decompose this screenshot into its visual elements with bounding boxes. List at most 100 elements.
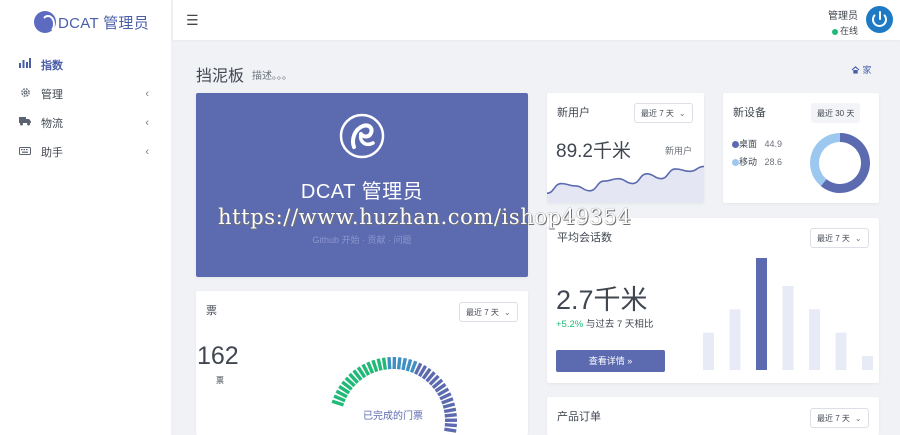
sidebar: DCAT 管理员 指数 管理 ‹ 物流 ‹ 助手 ‹ [0, 0, 172, 435]
gauge-tick [442, 402, 456, 409]
time-range-select[interactable]: 最近 7 天 ⌄ [634, 103, 693, 123]
gauge-tick [401, 357, 407, 371]
menu-toggle-icon[interactable]: ☰ [186, 12, 199, 29]
home-icon [851, 65, 863, 75]
new-devices-card: 新设备 最近 30 天 桌面 44.9 移动 28.6 [723, 93, 879, 203]
comparison-text: +5.2% 与过去 7 天相比 [556, 318, 666, 331]
chevron-left-icon: ‹ [145, 145, 149, 158]
chevron-down-icon: ⌄ [854, 233, 862, 243]
sidebar-item-assistant[interactable]: 助手 ‹ [0, 137, 171, 166]
breadcrumb[interactable]: 家 [851, 63, 872, 76]
time-range-select[interactable]: 最近 30 天 [811, 103, 861, 123]
legend-dot [732, 141, 739, 148]
topbar: ☰ 管理员 在线 [173, 0, 900, 40]
bar [756, 258, 767, 370]
legend-label: 移动 [739, 157, 758, 167]
gauge-tick [409, 360, 418, 374]
gauge-label: 已完成的门票 [363, 411, 423, 422]
time-range-value: 最近 7 天 [817, 413, 850, 423]
time-range-value: 最近 30 天 [817, 108, 855, 118]
product-orders-card: 产品订单 最近 7 天 ⌄ [547, 397, 879, 435]
bar [835, 332, 847, 370]
change-percent: +5.2% [556, 319, 584, 330]
legend-dot [732, 159, 739, 166]
logo-icon [34, 11, 56, 33]
time-range-value: 最近 7 天 [466, 307, 499, 317]
chevron-down-icon: ⌄ [854, 413, 862, 423]
online-status-dot [831, 28, 838, 35]
gauge-tick [444, 427, 457, 433]
time-range-select[interactable]: 最近 7 天 ⌄ [810, 408, 869, 428]
tickets-unit: 票 [216, 376, 224, 385]
sessions-bar-chart [703, 258, 873, 370]
tickets-value: 162 [197, 342, 239, 370]
donut-slice [820, 133, 870, 193]
banner-links[interactable]: Github 开始 · 贡献 · 问题 [196, 233, 528, 246]
user-status: 在线 [828, 24, 858, 37]
gauge-tick [376, 358, 383, 371]
bar [809, 309, 820, 370]
new-users-card: 新用户 最近 7 天 ⌄ 89.2千米 新用户 [547, 93, 704, 203]
avg-sessions-card: 平均会话数 最近 7 天 ⌄ 2.7千米 +5.2% 与过去 7 天相比 查看详情… [547, 218, 879, 383]
avg-sessions-value: 2.7千米 [556, 285, 648, 315]
breadcrumb-home: 家 [862, 65, 872, 75]
time-range-value: 最近 7 天 [817, 233, 850, 243]
chevron-down-icon: ⌄ [503, 307, 511, 317]
sidebar-nav: 指数 管理 ‹ 物流 ‹ 助手 ‹ [0, 50, 171, 166]
legend-value: 44.9 [764, 139, 783, 149]
card-title: 票 [206, 305, 217, 317]
banner-title: DCAT 管理员 [300, 181, 424, 203]
gauge-tick [331, 399, 345, 407]
sidebar-item-manage[interactable]: 管理 ‹ [0, 79, 171, 108]
chevron-down-icon: ⌄ [678, 108, 686, 118]
gauge-tick [387, 357, 392, 370]
page-description: 描述。。。 [252, 71, 292, 82]
gauge-tick [441, 397, 454, 405]
change-text: 与过去 7 天相比 [585, 319, 654, 330]
user-name: 管理员 [828, 11, 858, 22]
chevron-left-icon: ‹ [145, 87, 149, 100]
brand-name: DCAT 管理员 [58, 14, 150, 32]
welcome-banner: DCAT 管理员 Github 开始 · 贡献 · 问题 [196, 93, 528, 277]
gauge-tick [444, 412, 457, 418]
time-range-select[interactable]: 最近 7 天 ⌄ [810, 228, 869, 248]
time-range-value: 最近 7 天 [641, 108, 674, 118]
card-title: 产品订单 [557, 411, 601, 423]
chevron-left-icon: ‹ [145, 116, 149, 129]
gauge-tick [405, 358, 413, 372]
sidebar-item-label: 助手 [41, 146, 63, 159]
gauge-tick [371, 359, 379, 373]
bar [782, 286, 794, 370]
sidebar-item-index[interactable]: 指数 [0, 50, 171, 79]
legend-label: 桌面 [739, 139, 758, 149]
view-details-button[interactable]: 查看详情 » [556, 350, 665, 372]
card-title: 新设备 [733, 107, 766, 119]
brand[interactable]: DCAT 管理员 [0, 0, 171, 44]
gauge-tick [444, 423, 457, 428]
gauge-tick [396, 357, 402, 370]
legend-desktop: 桌面 44.9 [732, 137, 782, 150]
gauge-tick [381, 357, 388, 370]
bar [862, 356, 873, 370]
card-title: 新用户 [557, 107, 590, 119]
truck-icon [18, 116, 32, 129]
series-label: 新用户 [665, 146, 693, 156]
sidebar-item-logistics[interactable]: 物流 ‹ [0, 108, 171, 137]
bar [729, 309, 741, 370]
sidebar-item-label: 指数 [41, 59, 63, 72]
new-users-area-chart [547, 165, 704, 203]
page-title: 挡泥板 [196, 68, 245, 85]
donut-slice [810, 133, 841, 187]
sidebar-item-label: 管理 [41, 88, 63, 101]
devices-donut-chart [810, 133, 870, 193]
gauge-tick [443, 407, 457, 414]
user-status-text: 在线 [839, 26, 858, 36]
sidebar-item-label: 物流 [41, 117, 63, 130]
card-title: 平均会话数 [557, 232, 612, 244]
time-range-select[interactable]: 最近 7 天 ⌄ [459, 302, 518, 322]
bar [703, 332, 714, 370]
user-info[interactable]: 管理员 在线 [828, 7, 858, 37]
gear-icon [18, 87, 32, 101]
avatar[interactable] [866, 6, 893, 33]
legend-mobile: 移动 28.6 [732, 155, 782, 168]
